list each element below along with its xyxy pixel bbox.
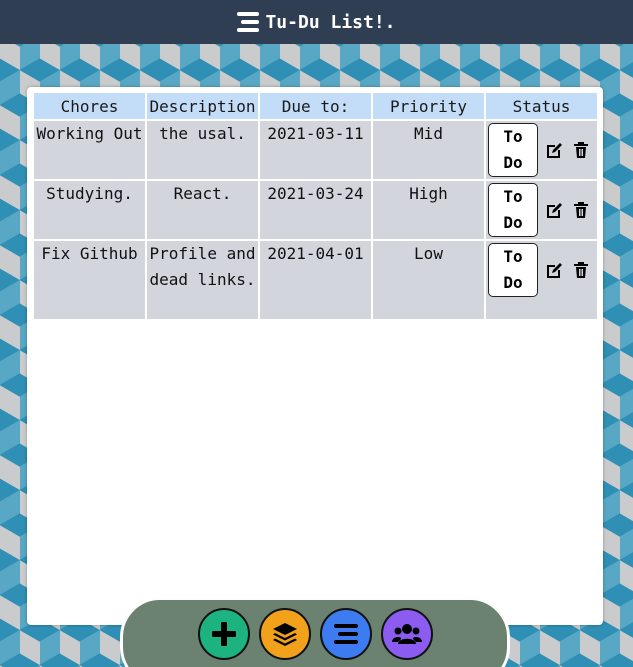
trash-icon[interactable] (571, 140, 591, 160)
top-bar: Tu-Du List!. (0, 0, 633, 44)
chore-cell: Working Out (34, 121, 145, 179)
edit-icon[interactable] (545, 260, 565, 280)
column-header-description: Description (147, 93, 258, 119)
add-task-button[interactable] (198, 608, 250, 660)
table-row: Fix Github Profile and dead links. 2021-… (34, 241, 597, 319)
trash-icon[interactable] (571, 200, 591, 220)
chore-cell: Studying. (34, 181, 145, 239)
column-header-status: Status (486, 93, 597, 119)
status-button[interactable]: To Do (488, 183, 538, 237)
list-icon (334, 624, 358, 644)
edit-icon[interactable] (545, 140, 565, 160)
table-row: Working Out the usal. 2021-03-11 Mid To … (34, 121, 597, 179)
task-table: Chores Description Due to: Priority Stat… (32, 91, 599, 321)
app-title: Tu-Du List!. (265, 11, 396, 33)
task-panel: Chores Description Due to: Priority Stat… (27, 87, 603, 625)
edit-icon[interactable] (545, 200, 565, 220)
users-icon (392, 624, 422, 644)
table-row: Studying. React. 2021-03-24 High To Do (34, 181, 597, 239)
status-cell: To Do (486, 181, 597, 239)
table-header-row: Chores Description Due to: Priority Stat… (34, 93, 597, 119)
status-button[interactable]: To Do (488, 243, 538, 297)
description-cell: the usal. (147, 121, 258, 179)
users-button[interactable] (381, 608, 433, 660)
priority-cell: Mid (373, 121, 484, 179)
column-header-priority: Priority (373, 93, 484, 119)
list-icon (237, 12, 260, 32)
status-button[interactable]: To Do (488, 123, 538, 177)
layers-icon (273, 623, 297, 646)
due-cell: 2021-04-01 (260, 241, 371, 319)
priority-cell: High (373, 181, 484, 239)
column-header-due: Due to: (260, 93, 371, 119)
description-cell: Profile and dead links. (147, 241, 258, 319)
plus-icon (212, 622, 236, 646)
status-cell: To Do (486, 241, 597, 319)
chore-cell: Fix Github (34, 241, 145, 319)
layers-button[interactable] (259, 608, 311, 660)
status-cell: To Do (486, 121, 597, 179)
trash-icon[interactable] (571, 260, 591, 280)
priority-cell: Low (373, 241, 484, 319)
column-header-chores: Chores (34, 93, 145, 119)
description-cell: React. (147, 181, 258, 239)
due-cell: 2021-03-24 (260, 181, 371, 239)
due-cell: 2021-03-11 (260, 121, 371, 179)
bottom-dock (120, 597, 510, 667)
list-button[interactable] (320, 608, 372, 660)
